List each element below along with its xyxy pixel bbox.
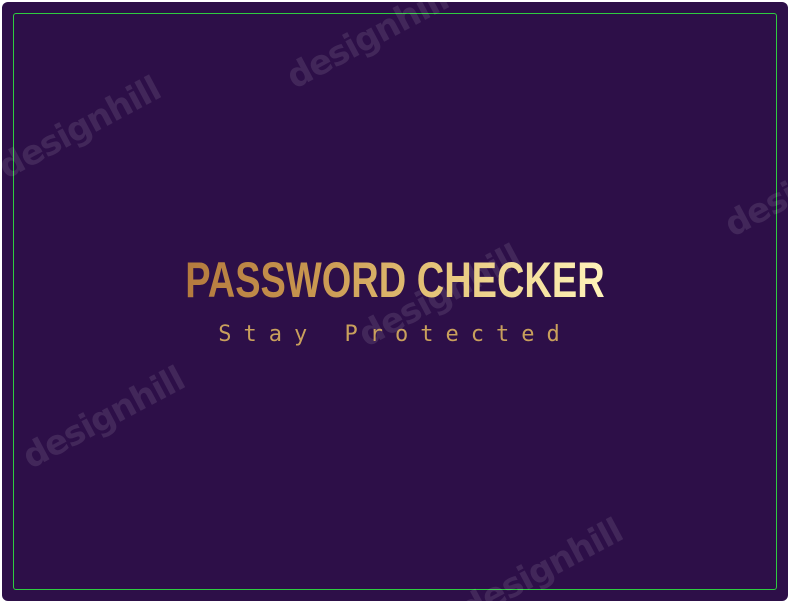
watermark: designhill — [2, 68, 168, 188]
canvas: designhill designhill designhill designh… — [0, 0, 790, 603]
watermark: designhill — [16, 358, 192, 478]
logo-tagline: Stay Protected — [218, 322, 572, 347]
logo-preview-panel: designhill designhill designhill designh… — [2, 2, 788, 601]
logo-title: PASSWORD CHECKER — [185, 252, 605, 308]
watermark: designhill — [718, 126, 788, 246]
watermark: designhill — [454, 510, 630, 601]
watermark: designhill — [280, 2, 456, 98]
logo: PASSWORD CHECKER — [2, 252, 788, 308]
